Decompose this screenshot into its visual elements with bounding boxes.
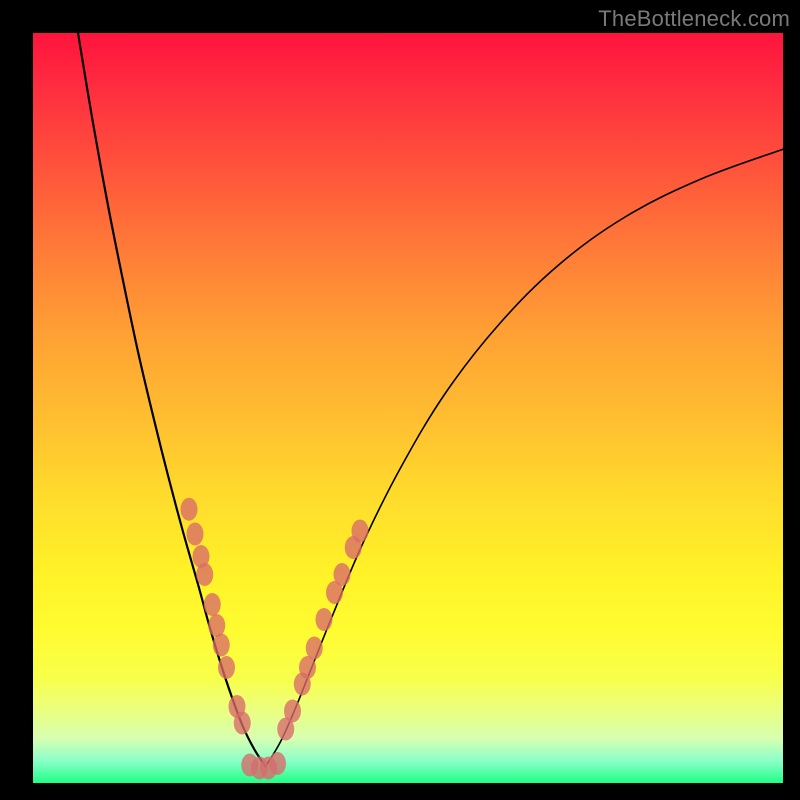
curves-svg — [33, 33, 783, 783]
left-curve — [78, 33, 266, 767]
data-marker — [181, 498, 198, 521]
marker-layer — [181, 498, 369, 780]
data-marker — [269, 752, 286, 775]
data-marker — [213, 634, 230, 657]
data-marker — [306, 637, 323, 660]
data-marker — [196, 563, 213, 586]
plot-area — [33, 33, 783, 783]
right-curve — [266, 149, 784, 766]
data-marker — [334, 563, 351, 586]
watermark-text: TheBottleneck.com — [598, 6, 790, 32]
data-marker — [352, 520, 369, 543]
data-marker — [204, 593, 221, 616]
data-marker — [284, 700, 301, 723]
data-marker — [208, 614, 225, 637]
data-marker — [234, 712, 251, 735]
chart-canvas: TheBottleneck.com — [0, 0, 800, 800]
data-marker — [218, 656, 235, 679]
data-marker — [299, 656, 316, 679]
data-marker — [316, 608, 333, 631]
data-marker — [187, 523, 204, 546]
